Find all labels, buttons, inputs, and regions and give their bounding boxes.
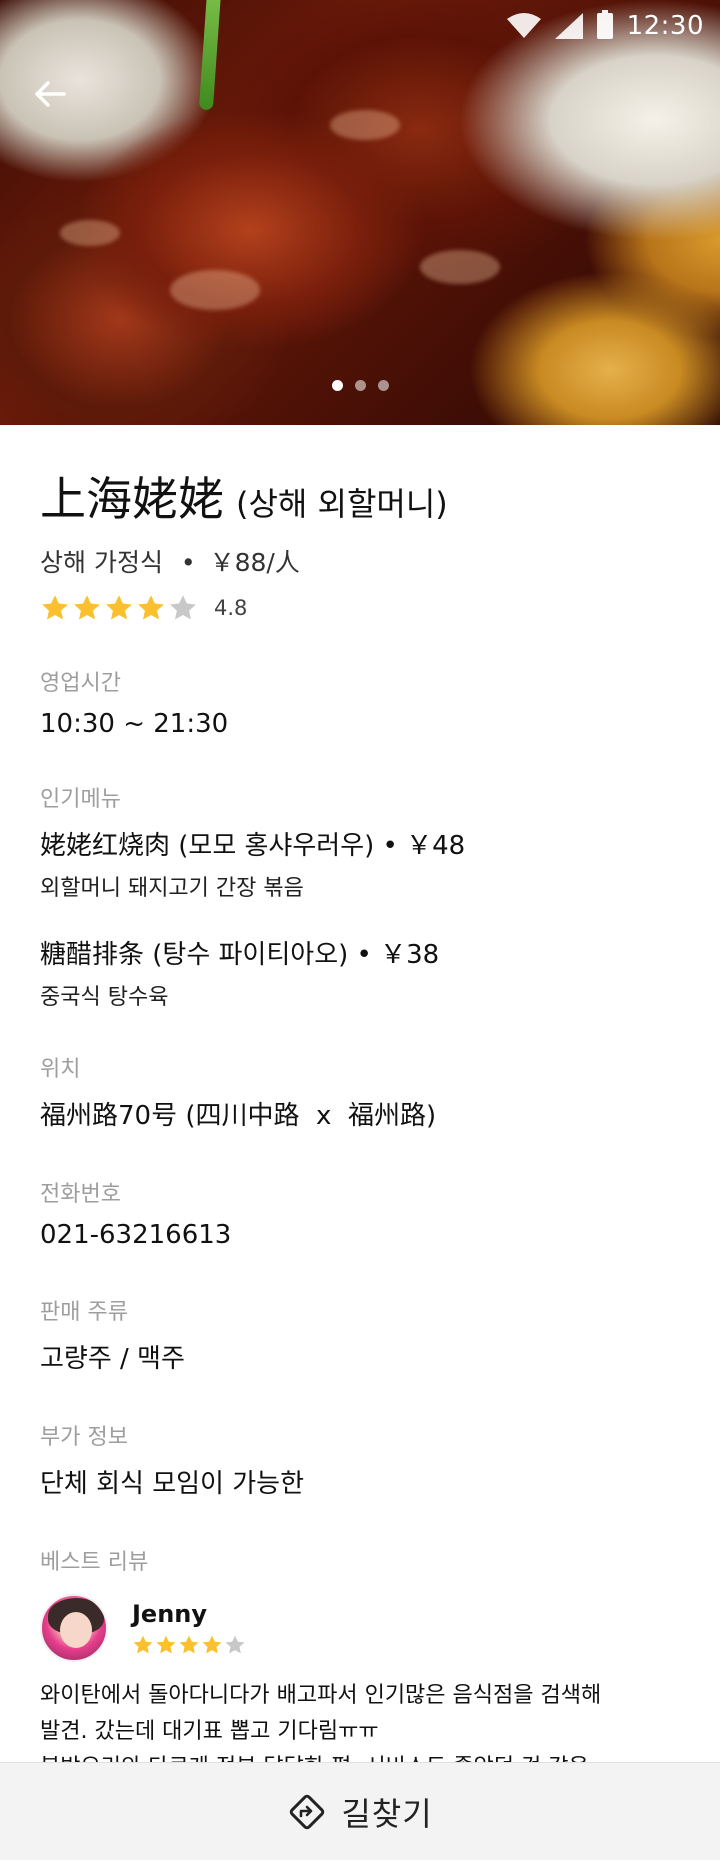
star-filled-icon [138,595,164,620]
restaurant-detail-screen: 12:30 上海姥姥 (상해 외할머니) 상해 가정식 • ￥88/人 4.8 [0,0,720,1860]
reviewer-avatar[interactable] [40,1594,108,1662]
extra-info-section: 부가 정보 단체 회식 모임이 가능한 [40,1419,680,1500]
star-empty-icon [170,595,196,620]
hours-label: 영업시간 [40,671,121,696]
carousel-dot-3[interactable] [377,380,389,391]
restaurant-name-translation: (상해 외할머니) [236,485,448,523]
review-line: 와이탄에서 돌아다니다가 배고파서 인기많은 음식점을 검색해 [40,1683,602,1708]
meta-separator: • [180,548,196,577]
extra-info-value: 단체 회식 모임이 가능한 [40,1469,304,1499]
location-label: 위치 [40,1057,81,1082]
star-filled-icon [179,1635,199,1654]
extra-info-label: 부가 정보 [40,1425,128,1450]
status-bar: 12:30 [0,0,720,52]
battery-icon [596,10,613,39]
directions-icon [290,1794,325,1829]
menu-item-description: 외할머니 돼지고기 간장 볶음 [40,876,304,901]
phone-value[interactable]: 021-63216613 [40,1220,680,1250]
back-button[interactable] [18,62,82,126]
title-row: 上海姥姥 (상해 외할머니) [40,463,680,529]
star-filled-icon [133,1635,153,1654]
back-arrow-icon [35,81,66,107]
review-line: 발견. 갔는데 대기표 뽑고 기다림ㅠㅠ [40,1719,379,1744]
directions-label: 길찾기 [341,1794,433,1833]
star-filled-icon [156,1635,176,1654]
drinks-section: 판매 주류 고량주 / 맥주 [40,1294,680,1375]
sheen [60,220,120,246]
star-filled-icon [42,595,68,620]
restaurant-name: 上海姥姥 [40,472,224,526]
hero-image-carousel[interactable]: 12:30 [0,0,720,425]
review-meta: Jenny [132,1600,247,1656]
sheen [170,270,260,310]
rating: 4.8 [40,593,680,623]
menu-item-name: 糖醋排条 (탕수 파이티아오) • ￥38 [40,940,440,970]
hours-section: 영업시간 10:30 ~ 21:30 [40,665,680,739]
carousel-dot-2[interactable] [354,380,366,391]
best-review-label: 베스트 리뷰 [40,1550,149,1575]
sheen [420,250,500,284]
drinks-label: 판매 주류 [40,1300,128,1325]
star-filled-icon [202,1635,222,1654]
menu-item[interactable]: 糖醋排条 (탕수 파이티아오) • ￥38 중국식 탕수육 [40,934,680,1011]
status-time: 12:30 [626,11,704,41]
reviewer-name[interactable]: Jenny [132,1600,247,1628]
location-section: 위치 福州路70号 (四川中路 x 福州路) [40,1051,680,1132]
drinks-value: 고량주 / 맥주 [40,1344,185,1374]
carousel-dot-1[interactable] [331,380,343,391]
popular-menu-label: 인기메뉴 [40,787,121,812]
star-empty-icon [225,1635,245,1654]
star-filled-icon [106,595,132,620]
rating-stars [40,593,200,623]
directions-button[interactable]: 길찾기 [0,1762,720,1860]
phone-label: 전화번호 [40,1182,121,1207]
menu-item-description: 중국식 탕수육 [40,985,169,1010]
hours-value: 10:30 ~ 21:30 [40,709,229,739]
menu-item[interactable]: 姥姥红烧肉 (모모 홍샤우러우) • ￥48 외할머니 돼지고기 간장 볶음 [40,825,680,902]
popular-menu-section: 인기메뉴 姥姥红烧肉 (모모 홍샤우러우) • ￥48 외할머니 돼지고기 간장… [40,781,680,1011]
sheen [330,110,400,140]
menu-item-name: 姥姥红烧肉 (모모 홍샤우러우) • ￥48 [40,831,466,861]
restaurant-info: 上海姥姥 (상해 외할머니) 상해 가정식 • ￥88/人 4.8 영업시간 1… [0,425,720,1786]
cuisine-type: 상해 가정식 [40,548,163,577]
avatar-face [60,1612,92,1648]
review-rating-stars [132,1634,247,1656]
location-value[interactable]: 福州路70号 (四川中路 x 福州路) [40,1095,680,1132]
wifi-icon [506,13,541,38]
signal-icon [554,13,583,39]
best-review-section: 베스트 리뷰 Jenny 와이탄에서 돌아다니다가 배고파서 인기많은 음식점을… [40,1544,680,1786]
carousel-indicator [0,380,720,391]
price-per-person: ￥88/人 [209,548,300,577]
phone-section: 전화번호 021-63216613 [40,1176,680,1250]
rating-value: 4.8 [214,596,248,620]
review-header: Jenny [40,1594,680,1662]
restaurant-meta: 상해 가정식 • ￥88/人 [40,543,680,579]
star-filled-icon [74,595,100,620]
